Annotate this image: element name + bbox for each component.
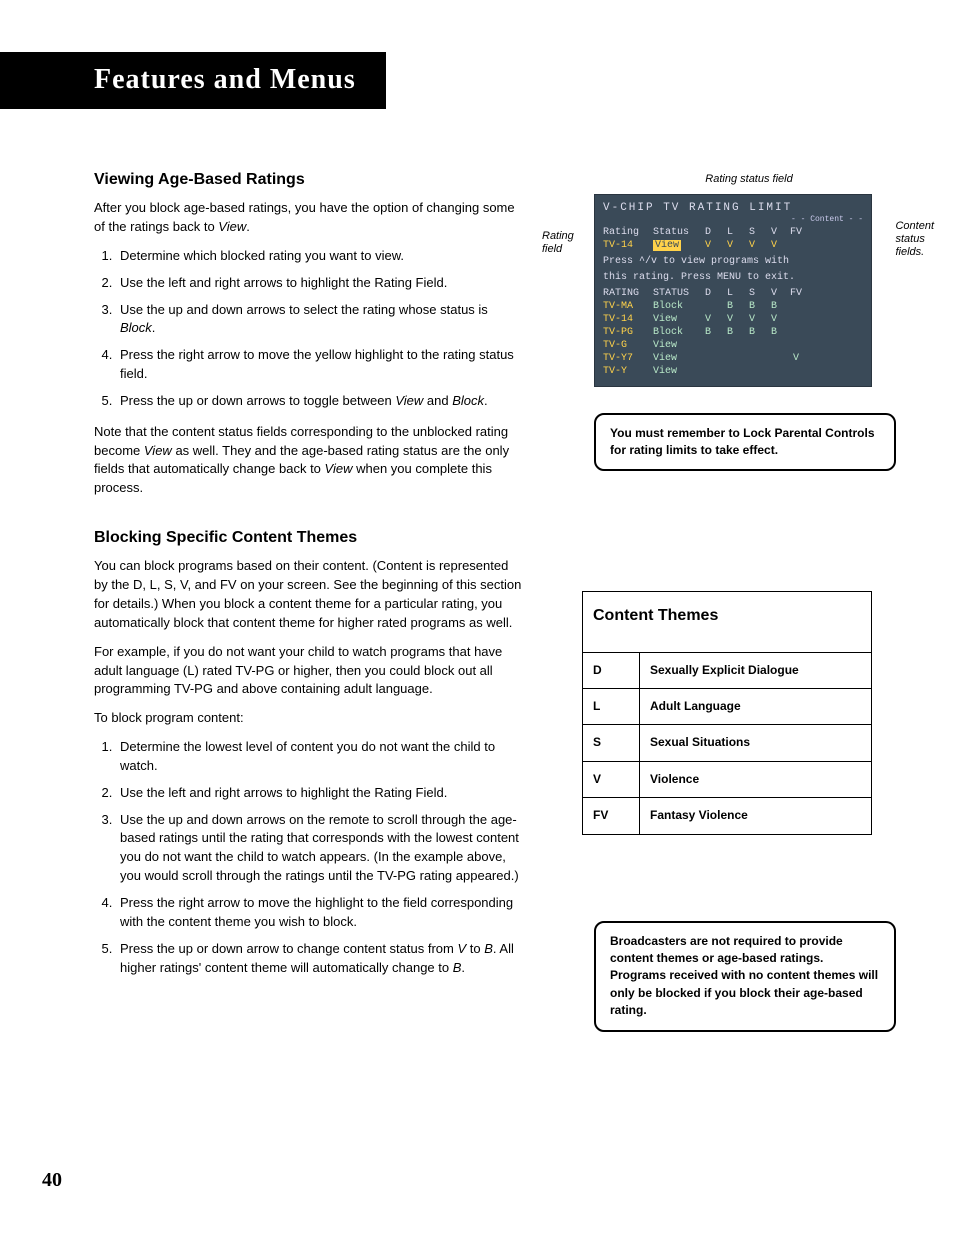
list-item: Determine which blocked rating you want … <box>116 247 524 266</box>
list-item: Press the right arrow to move the yellow… <box>116 346 524 384</box>
osd-row: TV-MABlockBBB <box>603 300 863 313</box>
page: Features and Menus Viewing Age-Based Rat… <box>0 0 954 1235</box>
table-row: SSexual Situations <box>583 725 872 761</box>
section1-heading: Viewing Age-Based Ratings <box>94 168 524 191</box>
osd-msg2: this rating. Press MENU to exit. <box>603 271 863 284</box>
list-item: Determine the lowest level of content yo… <box>116 738 524 776</box>
list-item: Press the right arrow to move the highli… <box>116 894 524 932</box>
callout-lock-reminder: You must remember to Lock Parental Contr… <box>594 413 896 472</box>
section2: Blocking Specific Content Themes You can… <box>94 526 524 977</box>
content-columns: Viewing Age-Based Ratings After you bloc… <box>94 168 898 1032</box>
section2-steps: Determine the lowest level of content yo… <box>94 738 524 977</box>
chapter-title: Features and Menus <box>94 64 356 95</box>
figure-label-left: Ratingfield <box>542 230 574 256</box>
content-themes-title: Content Themes <box>583 592 872 652</box>
chapter-title-bar: Features and Menus <box>0 52 386 109</box>
right-column: Rating status field Ratingfield Contents… <box>564 168 894 1032</box>
section2-p1: You can block programs based on their co… <box>94 557 524 632</box>
osd-row: TV-14ViewVVVV <box>603 313 863 326</box>
osd-content-sub: - - Content - - <box>603 215 863 225</box>
section2-heading: Blocking Specific Content Themes <box>94 526 524 549</box>
osd-selected-row: TV-14 View V V V V <box>603 239 863 252</box>
vchip-osd: V-CHIP TV RATING LIMIT - - Content - - R… <box>594 194 872 387</box>
list-item: Use the up and down arrows on the remote… <box>116 811 524 886</box>
section2-p2: For example, if you do not want your chi… <box>94 643 524 700</box>
osd-row: TV-GView <box>603 339 863 352</box>
table-row: VViolence <box>583 761 872 797</box>
table-row: DSexually Explicit Dialogue <box>583 652 872 688</box>
left-column: Viewing Age-Based Ratings After you bloc… <box>94 168 524 1032</box>
page-number: 40 <box>42 1166 62 1195</box>
section1-intro: After you block age-based ratings, you h… <box>94 199 524 237</box>
osd-header-row: Rating Status D L S V FV <box>603 226 863 239</box>
section2-p3: To block program content: <box>94 709 524 728</box>
list-item: Use the left and right arrows to highlig… <box>116 274 524 293</box>
osd-row: TV-Y7ViewV <box>603 352 863 365</box>
table-row: FVFantasy Violence <box>583 798 872 834</box>
content-themes-table: Content Themes DSexually Explicit Dialog… <box>582 591 872 834</box>
figure-caption-top: Rating status field <box>584 172 914 188</box>
rating-figure: Rating status field Ratingfield Contents… <box>564 172 894 387</box>
list-item: Use the left and right arrows to highlig… <box>116 784 524 803</box>
osd-row: TV-PGBlockBBBB <box>603 326 863 339</box>
osd-rating-rows: TV-MABlockBBBTV-14ViewVVVVTV-PGBlockBBBB… <box>603 300 863 378</box>
osd-title: V-CHIP TV RATING LIMIT <box>603 201 863 215</box>
table-row: LAdult Language <box>583 688 872 724</box>
osd-row: TV-YView <box>603 365 863 378</box>
osd-msg1: Press ^/v to view programs with <box>603 255 863 268</box>
callout-broadcaster-note: Broadcasters are not required to provide… <box>594 921 896 1032</box>
figure-label-right: Contentstatusfields. <box>895 220 934 260</box>
list-item: Press the up or down arrows to toggle be… <box>116 392 524 411</box>
section1-note: Note that the content status fields corr… <box>94 423 524 498</box>
osd-table-header: RATING STATUS D L S V FV <box>603 287 863 300</box>
section1-steps: Determine which blocked rating you want … <box>94 247 524 411</box>
list-item: Use the up and down arrows to select the… <box>116 301 524 339</box>
list-item: Press the up or down arrow to change con… <box>116 940 524 978</box>
